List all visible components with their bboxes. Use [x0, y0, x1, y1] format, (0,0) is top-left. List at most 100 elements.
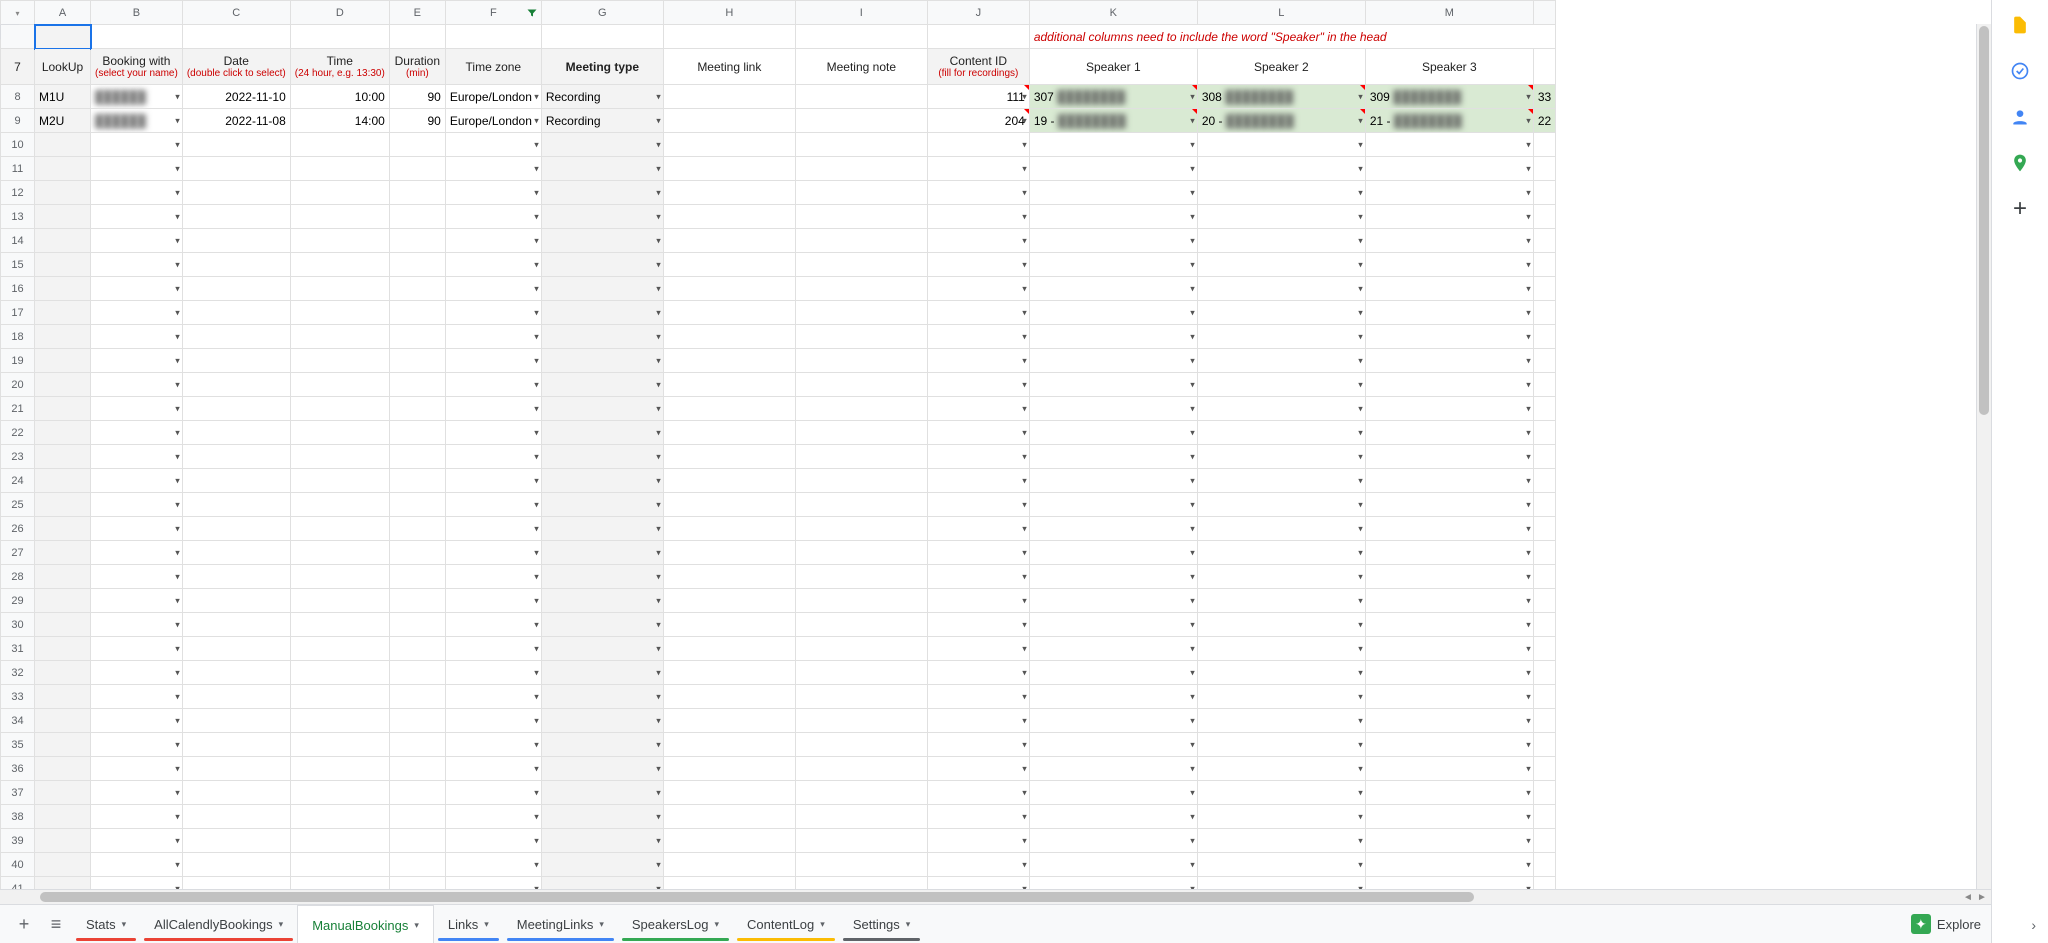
dropdown-icon[interactable]: ▾ — [175, 643, 180, 654]
dropdown-icon[interactable]: ▾ — [1022, 451, 1027, 462]
dropdown-icon[interactable]: ▾ — [1358, 379, 1363, 390]
sheet-tab[interactable]: AllCalendlyBookings▾ — [140, 905, 297, 943]
dropdown-icon[interactable]: ▾ — [1358, 619, 1363, 630]
dropdown-icon[interactable]: ▾ — [1190, 187, 1195, 198]
dropdown-icon[interactable]: ▾ — [1190, 787, 1195, 798]
dropdown-icon[interactable]: ▾ — [1526, 667, 1531, 678]
dropdown-icon[interactable]: ▾ — [656, 187, 661, 198]
sheet-tab[interactable]: Stats▾ — [72, 905, 140, 943]
sheet-tab[interactable]: ManualBookings▾ — [297, 905, 434, 943]
time-cell[interactable]: 14:00 — [290, 109, 389, 133]
dropdown-icon[interactable]: ▾ — [656, 475, 661, 486]
row-header[interactable]: 21 — [1, 397, 35, 421]
dropdown-icon[interactable]: ▾ — [1022, 739, 1027, 750]
dropdown-icon[interactable]: ▾ — [534, 499, 539, 510]
dropdown-icon[interactable]: ▾ — [1022, 499, 1027, 510]
column-header[interactable]: D — [290, 1, 389, 25]
dropdown-icon[interactable]: ▾ — [534, 91, 539, 102]
dropdown-icon[interactable]: ▾ — [1526, 283, 1531, 294]
note-indicator-icon[interactable] — [1528, 85, 1533, 90]
dropdown-icon[interactable]: ▾ — [1526, 163, 1531, 174]
dropdown-icon[interactable]: ▾ — [534, 859, 539, 870]
column-title[interactable]: LookUp — [35, 49, 91, 85]
speaker-cell[interactable]: 19 - ████████▾ — [1029, 109, 1197, 133]
dropdown-icon[interactable]: ▾ — [1022, 91, 1027, 102]
timezone-cell[interactable]: Europe/London▾ — [445, 85, 541, 109]
dropdown-icon[interactable]: ▾ — [1358, 91, 1363, 102]
dropdown-icon[interactable]: ▾ — [175, 811, 180, 822]
row-header[interactable]: 24 — [1, 469, 35, 493]
column-title[interactable]: Meeting type — [541, 49, 663, 85]
column-title[interactable]: Booking with(select your name) — [91, 49, 183, 85]
dropdown-icon[interactable]: ▾ — [656, 259, 661, 270]
dropdown-icon[interactable]: ▾ — [656, 667, 661, 678]
column-header[interactable] — [1533, 1, 1555, 25]
scroll-right-icon[interactable]: ► — [1975, 890, 1989, 904]
dropdown-icon[interactable]: ▾ — [1358, 475, 1363, 486]
meeting-note-cell[interactable] — [795, 85, 927, 109]
maps-icon[interactable] — [2009, 152, 2031, 174]
tasks-icon[interactable] — [2009, 60, 2031, 82]
column-title[interactable]: Content ID(fill for recordings) — [927, 49, 1029, 85]
dropdown-icon[interactable]: ▾ — [1358, 739, 1363, 750]
dropdown-icon[interactable]: ▾ — [1022, 139, 1027, 150]
spreadsheet-grid[interactable]: ▾ABCDEFGHIJKLM additional columns need t… — [0, 0, 1556, 889]
dropdown-icon[interactable]: ▾ — [175, 547, 180, 558]
dropdown-icon[interactable]: ▾ — [534, 403, 539, 414]
dropdown-icon[interactable]: ▾ — [1190, 139, 1195, 150]
dropdown-icon[interactable]: ▾ — [1358, 499, 1363, 510]
dropdown-icon[interactable]: ▾ — [656, 619, 661, 630]
dropdown-icon[interactable]: ▾ — [1022, 115, 1027, 126]
dropdown-icon[interactable]: ▾ — [1358, 355, 1363, 366]
row-header[interactable]: 39 — [1, 829, 35, 853]
row-header[interactable]: 23 — [1, 445, 35, 469]
dropdown-icon[interactable]: ▾ — [1190, 403, 1195, 414]
dropdown-icon[interactable]: ▾ — [1526, 427, 1531, 438]
dropdown-icon[interactable]: ▾ — [1022, 811, 1027, 822]
dropdown-icon[interactable]: ▾ — [175, 571, 180, 582]
column-header[interactable]: F — [445, 1, 541, 25]
dropdown-icon[interactable]: ▾ — [1358, 787, 1363, 798]
dropdown-icon[interactable]: ▾ — [1190, 859, 1195, 870]
dropdown-icon[interactable]: ▾ — [1190, 235, 1195, 246]
dropdown-icon[interactable]: ▾ — [1022, 691, 1027, 702]
dropdown-icon[interactable]: ▾ — [534, 787, 539, 798]
dropdown-icon[interactable]: ▾ — [656, 355, 661, 366]
dropdown-icon[interactable]: ▾ — [656, 451, 661, 462]
note-indicator-icon[interactable] — [1360, 109, 1365, 114]
row-header[interactable]: 33 — [1, 685, 35, 709]
dropdown-icon[interactable]: ▾ — [1358, 715, 1363, 726]
column-header[interactable]: C — [182, 1, 290, 25]
dropdown-icon[interactable]: ▾ — [175, 691, 180, 702]
dropdown-icon[interactable]: ▾ — [175, 139, 180, 150]
dropdown-icon[interactable]: ▾ — [656, 547, 661, 558]
dropdown-icon[interactable]: ▾ — [1190, 379, 1195, 390]
dropdown-icon[interactable]: ▾ — [1022, 475, 1027, 486]
dropdown-icon[interactable]: ▾ — [656, 163, 661, 174]
dropdown-icon[interactable]: ▾ — [175, 619, 180, 630]
dropdown-icon[interactable]: ▾ — [534, 739, 539, 750]
speaker-cell[interactable]: 308 ████████▾ — [1197, 85, 1365, 109]
row-header[interactable]: 40 — [1, 853, 35, 877]
note-indicator-icon[interactable] — [1528, 109, 1533, 114]
dropdown-icon[interactable]: ▾ — [1022, 643, 1027, 654]
dropdown-icon[interactable]: ▾ — [1526, 643, 1531, 654]
dropdown-icon[interactable]: ▾ — [1358, 259, 1363, 270]
dropdown-icon[interactable]: ▾ — [1190, 523, 1195, 534]
dropdown-icon[interactable]: ▾ — [656, 859, 661, 870]
dropdown-icon[interactable]: ▾ — [656, 763, 661, 774]
sheet-tab-menu-icon[interactable]: ▾ — [599, 919, 604, 930]
row-header[interactable]: 10 — [1, 133, 35, 157]
dropdown-icon[interactable]: ▾ — [656, 835, 661, 846]
dropdown-icon[interactable]: ▾ — [1526, 331, 1531, 342]
dropdown-icon[interactable]: ▾ — [1022, 379, 1027, 390]
dropdown-icon[interactable]: ▾ — [1526, 403, 1531, 414]
dropdown-icon[interactable]: ▾ — [1022, 355, 1027, 366]
dropdown-icon[interactable]: ▾ — [656, 235, 661, 246]
dropdown-icon[interactable]: ▾ — [534, 211, 539, 222]
dropdown-icon[interactable]: ▾ — [656, 571, 661, 582]
dropdown-icon[interactable]: ▾ — [1022, 163, 1027, 174]
dropdown-icon[interactable]: ▾ — [1526, 715, 1531, 726]
row-header[interactable]: 26 — [1, 517, 35, 541]
row-header[interactable]: 17 — [1, 301, 35, 325]
